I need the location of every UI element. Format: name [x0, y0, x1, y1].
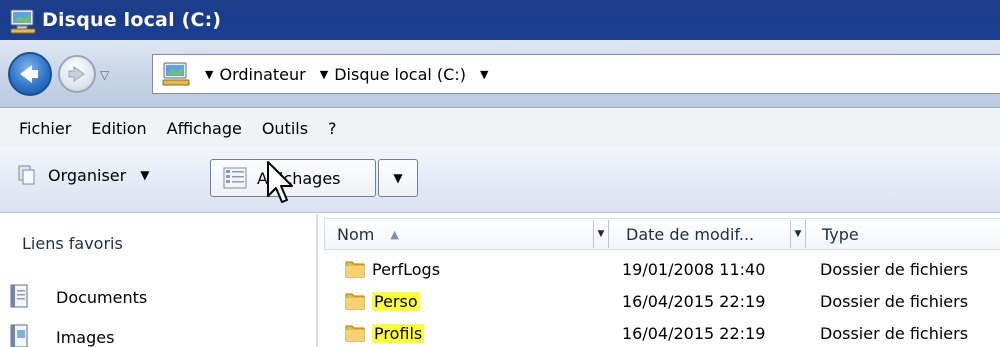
file-list: Nom ▲ ▼ Date de modif... ▼ Type PerfLogs… — [318, 214, 1000, 347]
column-header-date[interactable]: Date de modif... ▼ — [614, 218, 810, 250]
file-date: 16/04/2015 22:19 — [622, 324, 766, 343]
organiser-button[interactable]: Organiser ▼ — [18, 165, 149, 185]
favorite-images-label: Images — [56, 327, 115, 347]
computer-icon — [161, 62, 191, 86]
mouse-cursor-icon — [267, 161, 293, 203]
back-arrow-icon — [20, 65, 38, 83]
favorite-images[interactable]: Images — [10, 324, 114, 347]
file-type: Dossier de fichiers — [820, 292, 969, 311]
column-name-filter-button[interactable]: ▼ — [593, 220, 609, 248]
organiser-label: Organiser — [48, 165, 127, 185]
file-row-perflogs[interactable]: PerfLogs 19/01/2008 11:40 Dossier de fic… — [318, 254, 1000, 286]
menu-fichier[interactable]: Fichier — [19, 119, 71, 138]
column-header-name[interactable]: Nom ▲ ▼ — [324, 218, 614, 250]
chevron-down-icon[interactable]: ▼ — [205, 68, 213, 81]
title-bar: Disque local (C:) — [0, 0, 1000, 40]
chevron-down-icon: ▼ — [393, 171, 403, 185]
chevron-down-icon[interactable]: ▼ — [320, 68, 328, 81]
file-type: Dossier de fichiers — [820, 324, 969, 343]
column-date-filter-button[interactable]: ▼ — [790, 220, 806, 248]
column-header-type[interactable]: Type — [810, 218, 1000, 250]
favorite-documents[interactable]: Documents — [10, 284, 147, 310]
breadcrumb: ▼ Ordinateur ▼ Disque local (C:) ▼ — [191, 65, 494, 84]
menu-help[interactable]: ? — [328, 119, 337, 138]
menu-affichage[interactable]: Affichage — [167, 119, 242, 138]
file-name: Profils — [372, 323, 425, 343]
breadcrumb-computer[interactable]: Ordinateur — [219, 65, 305, 84]
file-row-profils[interactable]: Profils 16/04/2015 22:19 Dossier de fich… — [318, 318, 1000, 347]
file-row-perso[interactable]: Perso 16/04/2015 22:19 Dossier de fichie… — [318, 286, 1000, 318]
affichages-dropdown[interactable]: ▼ — [378, 159, 418, 197]
folder-icon — [344, 258, 366, 280]
views-icon — [223, 167, 247, 189]
file-name: PerfLogs — [372, 259, 441, 279]
favorites-title: Liens favoris — [22, 234, 123, 253]
file-name-cell: Profils — [344, 322, 425, 344]
column-date-label: Date de modif... — [626, 224, 755, 244]
computer-drive-icon — [8, 5, 38, 35]
chevron-down-icon: ▼ — [140, 168, 150, 182]
images-icon — [10, 324, 32, 347]
documents-icon — [10, 284, 32, 310]
file-type: Dossier de fichiers — [820, 260, 969, 279]
back-button[interactable] — [8, 52, 52, 96]
column-type-label: Type — [822, 224, 859, 244]
window-title: Disque local (C:) — [42, 9, 222, 31]
chevron-down-icon[interactable]: ▼ — [480, 68, 488, 81]
file-name-cell: PerfLogs — [344, 258, 440, 280]
favorite-documents-label: Documents — [56, 287, 148, 307]
folder-icon — [344, 290, 366, 312]
menu-outils[interactable]: Outils — [262, 119, 308, 138]
command-bar: Organiser ▼ Affichages ▼ — [0, 147, 1000, 213]
address-field[interactable]: ▼ Ordinateur ▼ Disque local (C:) ▼ — [152, 54, 1000, 94]
file-date: 19/01/2008 11:40 — [622, 260, 766, 279]
file-name-cell: Perso — [344, 290, 420, 312]
organise-icon — [18, 165, 36, 185]
menu-bar: Fichier Edition Affichage Outils ? — [0, 109, 1000, 147]
menu-edition[interactable]: Edition — [91, 119, 146, 138]
breadcrumb-local-disk[interactable]: Disque local (C:) — [334, 65, 466, 84]
forward-arrow-icon — [68, 66, 85, 82]
recent-pages-dropdown[interactable]: ▽ — [100, 68, 109, 82]
column-name-label: Nom — [337, 224, 375, 244]
file-date: 16/04/2015 22:19 — [622, 292, 766, 311]
address-bar-area: ▽ ▼ Ordinateur ▼ Disque local (C:) ▼ — [0, 40, 1000, 108]
folder-icon — [344, 322, 366, 344]
navigation-pane: Liens favoris Documents Images — [0, 214, 316, 347]
forward-button[interactable] — [58, 55, 96, 93]
file-name: Perso — [372, 291, 420, 311]
sort-ascending-icon: ▲ — [390, 227, 399, 241]
